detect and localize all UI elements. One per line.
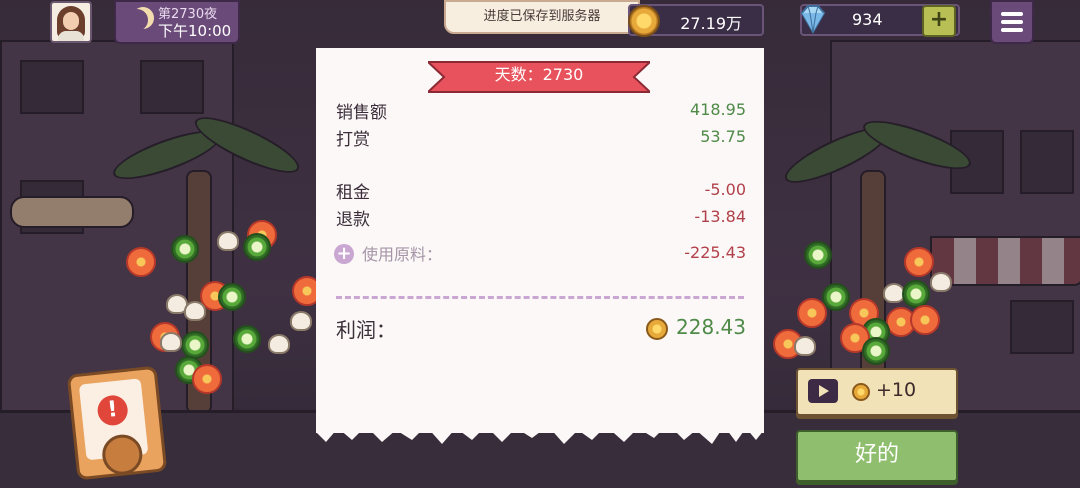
pepper-slice-icon xyxy=(902,280,930,308)
materials-value: -225.43 xyxy=(684,243,746,262)
materials-label[interactable]: 使用原料： xyxy=(362,241,442,265)
receipt-torn-edge xyxy=(316,418,764,444)
sales-label: 销售额 xyxy=(336,103,387,123)
sales-value: 418.95 xyxy=(690,100,746,119)
tomato-slice-icon xyxy=(797,298,827,328)
gem-balance: 934 + xyxy=(800,4,960,37)
coin-icon xyxy=(628,5,660,37)
tomato-slice-icon xyxy=(904,247,934,277)
divider xyxy=(336,296,744,299)
exclamation-icon: ! xyxy=(96,393,130,427)
pepper-slice-icon xyxy=(862,337,890,365)
pepper-slice-icon xyxy=(181,331,209,359)
daily-receipt: 天数：2730 销售额 418.95 打赏 53.75 租金 -5.00 退款 … xyxy=(316,48,764,444)
tips-value: 53.75 xyxy=(700,127,746,146)
save-status-toast: 进度已保存到服务器 xyxy=(444,0,640,34)
garlic-icon xyxy=(794,336,816,356)
ad-reward-amount: +10 xyxy=(876,379,917,401)
clock-time: 下午10:00 xyxy=(158,22,232,40)
tips-label: 打赏 xyxy=(336,130,370,150)
rent-value: -5.00 xyxy=(704,180,746,199)
alert-card[interactable]: ! xyxy=(66,365,168,481)
diamond-icon xyxy=(800,5,826,34)
pepper-slice-icon xyxy=(243,233,271,261)
garlic-icon xyxy=(217,231,239,251)
pepper-slice-icon xyxy=(804,241,832,269)
watch-ad-reward-button[interactable]: +10 xyxy=(796,368,958,416)
profit-value: 228.43 xyxy=(676,315,746,339)
garlic-icon xyxy=(290,311,312,331)
ok-button[interactable]: 好的 xyxy=(796,430,958,482)
tomato-slice-icon xyxy=(192,364,222,394)
menu-button[interactable] xyxy=(990,0,1034,44)
expand-materials-icon[interactable]: + xyxy=(334,244,354,264)
coin-icon xyxy=(646,318,668,340)
garlic-icon xyxy=(268,334,290,354)
player-avatar[interactable] xyxy=(50,1,92,43)
rent-label: 租金 xyxy=(336,183,370,203)
pepper-slice-icon xyxy=(218,283,246,311)
moon-icon xyxy=(126,9,148,31)
day-count: 天数：2730 xyxy=(494,65,584,84)
garlic-icon xyxy=(184,301,206,321)
night-time-panel: 第2730夜 下午10:00 xyxy=(114,0,240,44)
coin-amount: 27.19万 xyxy=(680,14,742,33)
add-gems-button[interactable]: + xyxy=(922,5,956,37)
refund-value: -13.84 xyxy=(694,207,746,226)
day-banner: 天数：2730 xyxy=(428,58,650,94)
pepper-slice-icon xyxy=(822,283,850,311)
refund-label: 退款 xyxy=(336,210,370,230)
pepper-slice-icon xyxy=(233,325,261,353)
pepper-slice-icon xyxy=(171,235,199,263)
garlic-icon xyxy=(930,272,952,292)
coin-balance: 27.19万 xyxy=(628,4,764,37)
hamburger-icon xyxy=(1001,12,1023,16)
coin-icon xyxy=(852,383,870,401)
garlic-icon xyxy=(160,332,182,352)
gem-amount: 934 xyxy=(852,10,883,29)
tomato-slice-icon xyxy=(126,247,156,277)
profit-label: 利润： xyxy=(336,318,396,342)
tomato-slice-icon xyxy=(910,305,940,335)
video-play-icon xyxy=(808,379,838,403)
